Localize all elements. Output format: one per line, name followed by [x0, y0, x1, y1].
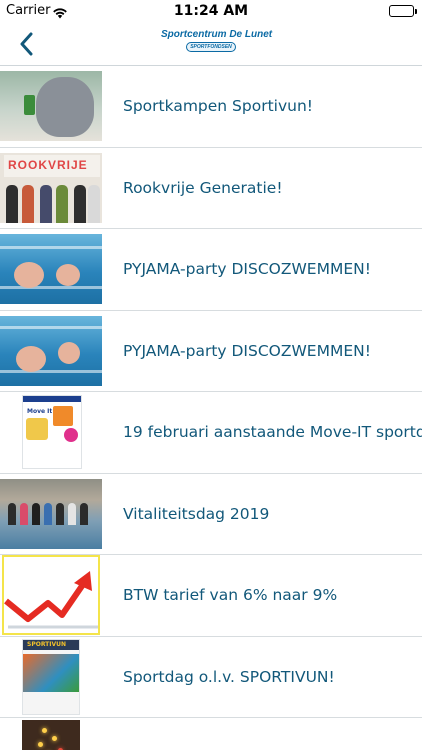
thumbnail-text: ROOKVRIJE [8, 157, 88, 172]
item-title: PYJAMA-party DISCOZWEMMEN! [123, 341, 371, 360]
item-thumbnail [0, 234, 102, 304]
list-item[interactable]: Sportkampen Sportivun! [0, 66, 422, 148]
logo-badge: SPORTFONDSEN [186, 42, 236, 52]
news-list: Sportkampen Sportivun! ROOKVRIJE Rookvri… [0, 66, 422, 750]
list-item[interactable]: PYJAMA-party DISCOZWEMMEN! [0, 311, 422, 392]
app-logo: Sportcentrum De Lunet SPORTFONDSEN [161, 29, 273, 59]
clock: 11:24 AM [173, 3, 249, 19]
item-thumbnail [0, 478, 102, 549]
list-item[interactable]: Move It 19 februari aanstaande Move-IT s… [0, 392, 422, 474]
item-title: Sportdag o.l.v. SPORTIVUN! [123, 667, 335, 686]
item-thumbnail: ROOKVRIJE [0, 152, 102, 223]
navigation-bar: Sportcentrum De Lunet SPORTFONDSEN [0, 22, 422, 66]
item-thumbnail: SPORTIVUN [22, 638, 80, 715]
item-title: Sportkampen Sportivun! [123, 97, 313, 115]
list-item[interactable]: SPORTIVUN Sportdag o.l.v. SPORTIVUN! [0, 637, 422, 718]
item-thumbnail [2, 555, 100, 635]
status-bar: Carrier 11:24 AM [0, 0, 422, 22]
logo-title: Sportcentrum De Lunet [161, 29, 273, 40]
item-title: Vitaliteitsdag 2019 [123, 504, 270, 523]
item-title: Rookvrije Generatie! [123, 178, 283, 197]
item-thumbnail [0, 71, 102, 141]
list-item[interactable]: BTW tarief van 6% naar 9% [0, 555, 422, 637]
item-thumbnail: Move It [22, 395, 82, 469]
battery-icon [389, 5, 417, 17]
item-thumbnail [0, 315, 102, 386]
thumbnail-text: SPORTIVUN [27, 640, 67, 648]
list-item[interactable] [0, 718, 422, 750]
back-button[interactable] [6, 22, 46, 66]
list-item[interactable]: PYJAMA-party DISCOZWEMMEN! [0, 229, 422, 311]
chevron-left-icon [20, 32, 33, 56]
list-item[interactable]: ROOKVRIJE Rookvrije Generatie! [0, 148, 422, 229]
item-thumbnail [22, 720, 80, 750]
thumbnail-text: Move It [27, 408, 53, 415]
item-title: 19 februari aanstaande Move-IT sportdag! [123, 423, 422, 441]
item-title: BTW tarief van 6% naar 9% [123, 586, 338, 604]
trend-arrow-icon [4, 571, 98, 629]
list-item[interactable]: Vitaliteitsdag 2019 [0, 474, 422, 555]
item-title: PYJAMA-party DISCOZWEMMEN! [123, 260, 371, 278]
